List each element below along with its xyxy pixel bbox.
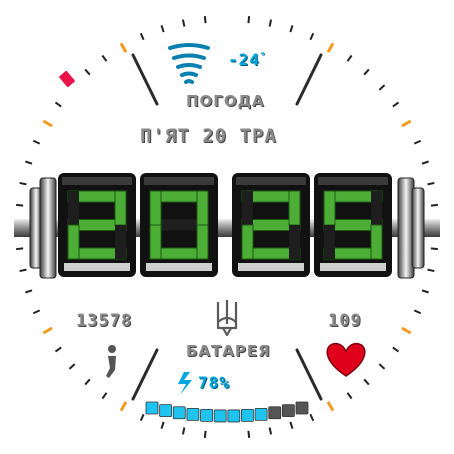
minute-tick	[430, 247, 438, 251]
minute-tick	[363, 378, 370, 386]
minute-tick	[247, 430, 251, 438]
dial-marker-red	[59, 70, 75, 88]
minute-tick	[392, 346, 400, 353]
steps-value: 13578	[76, 311, 133, 331]
date-text: П'ЯТ 20 ТРА	[140, 125, 277, 147]
minute-tick	[427, 181, 435, 186]
degree-symbol: °	[259, 51, 267, 62]
minute-tick	[25, 289, 33, 294]
minute-tick	[427, 268, 435, 273]
minute-tick	[378, 363, 386, 370]
minute-tick	[413, 309, 422, 315]
weather-label: ПОГОДА	[186, 92, 265, 110]
battery-segment	[227, 409, 241, 423]
minute-tick	[32, 139, 41, 145]
hour-tick	[119, 42, 128, 53]
battery-segment	[159, 404, 173, 418]
time-digit	[140, 173, 218, 277]
ukraine-trident-icon	[216, 300, 238, 337]
minute-tick	[68, 363, 76, 370]
battery-segment	[295, 401, 309, 415]
minute-tick	[101, 54, 108, 62]
battery-segment	[213, 409, 227, 423]
minute-tick	[16, 247, 24, 251]
minute-tick	[54, 346, 62, 353]
minute-tick	[139, 32, 145, 41]
minute-tick	[289, 25, 294, 33]
battery-segment	[186, 407, 200, 421]
minute-tick	[54, 101, 62, 108]
hour-tick	[42, 119, 53, 128]
time-digit	[314, 173, 392, 277]
battery-segment	[241, 409, 254, 422]
battery-segment	[254, 407, 268, 421]
time-digit	[58, 173, 136, 277]
battery-level-bar	[145, 401, 309, 423]
minute-tick	[392, 101, 400, 108]
minute-tick	[160, 421, 165, 429]
hour-tick	[326, 401, 335, 412]
minute-tick	[139, 413, 145, 422]
heart-rate-value: 109	[328, 311, 362, 331]
walking-person-icon	[106, 345, 116, 378]
minute-tick	[378, 84, 386, 91]
minute-tick	[247, 16, 251, 24]
hour-tick	[42, 326, 53, 335]
minute-tick	[181, 427, 186, 435]
heart-icon	[326, 342, 366, 377]
minute-tick	[84, 378, 91, 386]
battery-label: БАТАРЕЯ	[186, 342, 271, 360]
minute-tick	[268, 19, 273, 27]
hour-tick	[326, 42, 335, 53]
minute-tick	[346, 392, 353, 400]
weather-tornado-icon	[168, 43, 210, 84]
minute-tick	[84, 68, 91, 76]
battery-segment	[200, 409, 213, 422]
minute-tick	[346, 54, 353, 62]
minute-tick	[421, 289, 429, 294]
minute-tick	[25, 160, 33, 165]
minute-tick	[203, 430, 207, 438]
minute-tick	[413, 139, 422, 145]
weather-temperature: -24°	[228, 50, 266, 69]
hour-tick	[401, 119, 412, 128]
battery-segment	[281, 404, 295, 418]
hour-tick	[401, 326, 412, 335]
lightning-icon	[178, 372, 192, 395]
minute-tick	[309, 32, 315, 41]
battery-segment	[145, 401, 159, 415]
minute-tick	[181, 19, 186, 27]
battery-percent: 78%	[198, 373, 230, 392]
minute-tick	[268, 427, 273, 435]
minute-tick	[289, 421, 294, 429]
minute-tick	[160, 25, 165, 33]
minute-tick	[363, 68, 370, 76]
minute-tick	[203, 16, 207, 24]
minute-tick	[421, 160, 429, 165]
minute-tick	[16, 203, 24, 207]
weather-temperature-value: -24	[228, 50, 260, 69]
minute-tick	[19, 181, 27, 186]
battery-segment	[172, 406, 186, 420]
minute-tick	[101, 392, 108, 400]
minute-tick	[19, 268, 27, 273]
minute-tick	[430, 203, 438, 207]
minute-tick	[309, 413, 315, 422]
battery-segment	[268, 406, 282, 420]
hour-tick	[119, 401, 128, 412]
time-digit	[232, 173, 310, 277]
minute-tick	[32, 309, 41, 315]
